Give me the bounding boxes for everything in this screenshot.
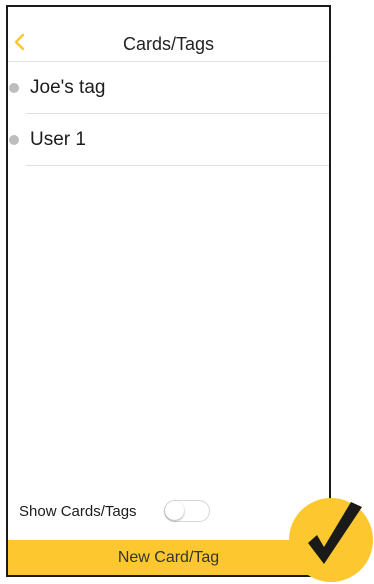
toggle-knob [165, 501, 184, 520]
list-item[interactable]: Joe's tag [8, 62, 329, 114]
navigation-bar: Cards/Tags [8, 7, 329, 62]
show-cards-row: Show Cards/Tags [8, 497, 329, 525]
tag-label: User 1 [30, 129, 86, 150]
list-item[interactable]: User 1 [8, 114, 329, 166]
status-dot [9, 135, 19, 145]
phone-screen: Cards/Tags Joe's tag User 1 Show Cards/T… [6, 5, 331, 577]
tag-list: Joe's tag User 1 [8, 62, 329, 166]
show-cards-toggle[interactable] [164, 500, 210, 522]
tag-label: Joe's tag [30, 77, 106, 98]
checkmark-icon [289, 498, 373, 582]
show-cards-label: Show Cards/Tags [19, 503, 137, 520]
new-card-button[interactable]: New Card/Tag [8, 540, 329, 575]
page-title: Cards/Tags [122, 34, 215, 54]
status-dot [9, 83, 19, 93]
divider [26, 165, 329, 166]
